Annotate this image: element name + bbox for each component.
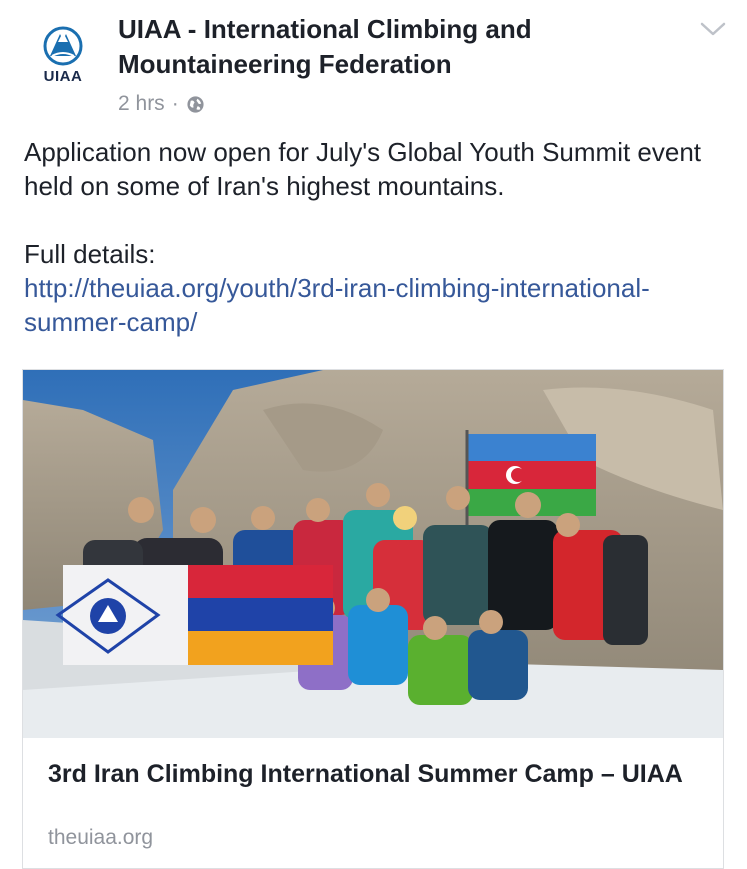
globe-icon[interactable] <box>186 95 205 114</box>
post-text-label: Full details: <box>24 239 156 269</box>
logo-text: UIAA <box>43 68 83 85</box>
post-link[interactable]: http://theuiaa.org/youth/3rd-iran-climbi… <box>24 273 650 337</box>
post-message: Application now open for July's Global Y… <box>24 135 724 339</box>
post-timestamp[interactable]: 2 hrs <box>118 92 165 116</box>
link-preview-title[interactable]: 3rd Iran Climbing International Summer C… <box>48 758 708 791</box>
post-text-body: Application now open for July's Global Y… <box>24 137 702 201</box>
post-header: UIAA UIAA - International Climbing and M… <box>0 0 747 125</box>
page-avatar[interactable]: UIAA <box>28 22 98 85</box>
group-of-climbers-photo <box>23 370 723 738</box>
uiaa-logo-icon <box>43 26 83 66</box>
meta-separator: · <box>171 92 179 115</box>
page-name-link[interactable]: UIAA - International Climbing and Mounta… <box>118 12 678 82</box>
link-preview-card[interactable]: 3rd Iran Climbing International Summer C… <box>22 369 724 869</box>
link-preview-image[interactable] <box>23 370 723 738</box>
post-meta: 2 hrs · <box>118 92 205 116</box>
chevron-down-icon[interactable] <box>698 18 728 40</box>
link-preview-domain: theuiaa.org <box>48 826 154 849</box>
